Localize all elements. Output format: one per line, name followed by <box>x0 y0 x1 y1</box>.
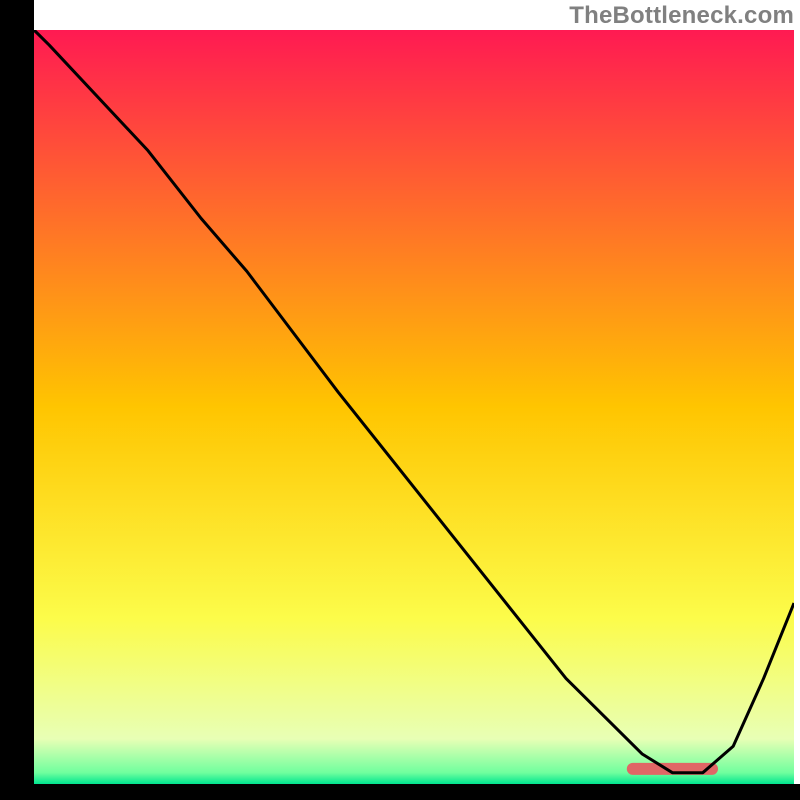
y-axis-band <box>0 0 34 800</box>
chart-svg <box>0 0 800 800</box>
chart-container: TheBottleneck.com <box>0 0 800 800</box>
x-axis-band <box>0 784 800 800</box>
watermark-text: TheBottleneck.com <box>569 2 794 30</box>
right-margin <box>794 0 800 800</box>
chart-background <box>34 30 794 784</box>
